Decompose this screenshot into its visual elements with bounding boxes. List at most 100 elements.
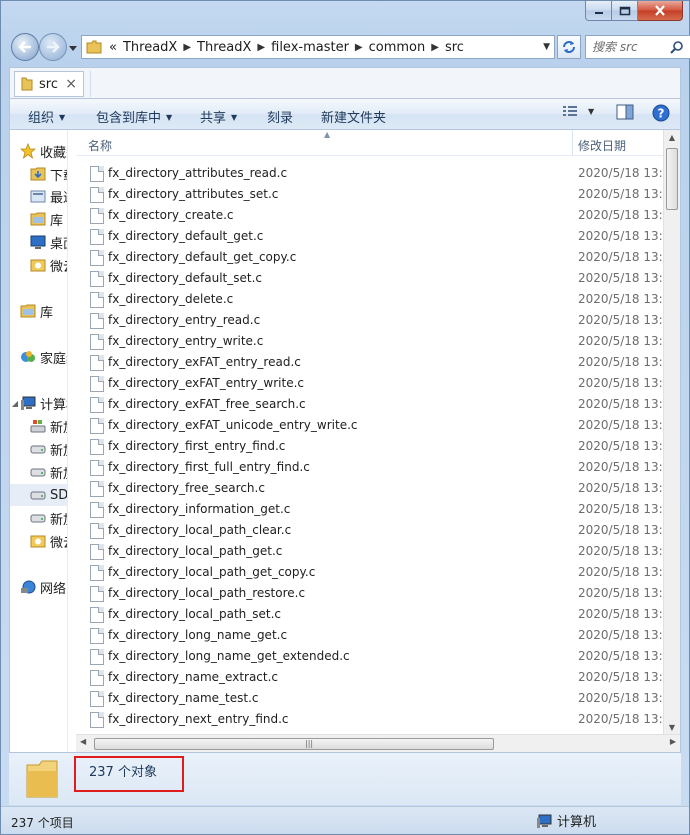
file-row[interactable]: fx_directory_local_path_get_copy.c 2020/5…	[76, 562, 664, 583]
address-history-dropdown[interactable]: ▼	[543, 42, 550, 52]
sidebar-item-libraries[interactable]: 库	[10, 300, 67, 322]
file-row[interactable]: fx_directory_exFAT_entry_read.c 2020/5/18…	[76, 352, 664, 373]
tab-close-icon[interactable]: ×	[65, 76, 77, 92]
back-button[interactable]	[11, 33, 39, 61]
refresh-button[interactable]	[557, 35, 581, 59]
address-overflow[interactable]: «	[106, 40, 120, 55]
file-row[interactable]: fx_directory_entry_read.c 2020/5/18 13:0	[76, 310, 664, 331]
breadcrumb-separator[interactable]: ▶	[254, 42, 268, 53]
file-list: ▲ 名称 修改日期 fx_directory_attributes_read.c…	[76, 130, 680, 736]
help-button[interactable]: ?	[652, 104, 670, 122]
organize-button[interactable]: 组织 ▼	[28, 107, 65, 126]
breadcrumb-separator[interactable]: ▶	[352, 42, 366, 53]
status-location-label: 计算机	[557, 815, 597, 830]
expand-arrow-icon[interactable]: ◢	[10, 399, 20, 408]
column-header-name[interactable]: 名称	[88, 137, 112, 154]
sidebar-item-desktop[interactable]: 桌面	[10, 231, 67, 253]
file-row[interactable]: fx_directory_first_entry_find.c 2020/5/18…	[76, 436, 664, 457]
file-row[interactable]: fx_directory_delete.c 2020/5/18 13:0	[76, 289, 664, 310]
c-file-icon	[90, 691, 104, 707]
c-file-icon	[90, 565, 104, 581]
breadcrumb-item[interactable]: filex-master	[268, 40, 352, 55]
sidebar-item-computer[interactable]: ◢ 计算机	[10, 392, 67, 414]
file-row[interactable]: fx_directory_exFAT_free_search.c 2020/5/1…	[76, 394, 664, 415]
recent-pages-dropdown[interactable]	[69, 41, 77, 55]
scroll-right-icon[interactable]: ▶	[670, 737, 676, 746]
view-list-icon	[563, 106, 577, 116]
include-in-library-label: 包含到库中	[96, 111, 162, 126]
new-folder-button[interactable]: 新建文件夹	[321, 107, 386, 126]
new-tab-button[interactable]	[90, 71, 106, 97]
horizontal-scrollbar[interactable]: ◀ ||| ▶	[76, 734, 680, 752]
share-button[interactable]: 共享 ▼	[200, 107, 237, 126]
file-row[interactable]: fx_directory_free_search.c 2020/5/18 13:0	[76, 478, 664, 499]
navigation-pane: 收藏夹 下载 最近访问的位置 库 桌面	[10, 130, 68, 752]
file-name: fx_directory_local_path_clear.c	[108, 523, 292, 537]
minimize-button[interactable]	[585, 1, 612, 21]
scrollbar-thumb[interactable]	[666, 148, 678, 210]
breadcrumb-item[interactable]: src	[442, 40, 467, 55]
sidebar-item-drive[interactable]: 新加卷	[10, 461, 67, 483]
star-icon	[20, 143, 36, 159]
maximize-button[interactable]	[612, 1, 638, 21]
burn-button[interactable]: 刻录	[267, 107, 293, 126]
sidebar-item-drive[interactable]: 新加卷	[10, 438, 67, 460]
sidebar-item-favorites[interactable]: 收藏夹	[10, 140, 67, 162]
column-header-date[interactable]: 修改日期	[578, 137, 626, 154]
file-row[interactable]: fx_directory_attributes_set.c 2020/5/18 1…	[76, 184, 664, 205]
file-row[interactable]: fx_directory_name_test.c 2020/5/18 13:0	[76, 688, 664, 709]
scroll-up-icon[interactable]: ▲	[664, 130, 680, 146]
address-bar[interactable]: « ThreadX ▶ ThreadX ▶ filex-master ▶ com…	[81, 35, 555, 59]
file-row[interactable]: fx_directory_first_full_entry_find.c 2020…	[76, 457, 664, 478]
vertical-scrollbar[interactable]: ▲ ▼	[663, 130, 680, 736]
scroll-left-icon[interactable]: ◀	[80, 737, 86, 746]
scrollbar-thumb[interactable]: |||	[94, 738, 494, 750]
search-icon[interactable]	[670, 40, 684, 54]
file-row[interactable]: fx_directory_information_get.c 2020/5/18 …	[76, 499, 664, 520]
search-input[interactable]	[586, 40, 670, 54]
file-row[interactable]: fx_directory_local_path_get.c 2020/5/18 1…	[76, 541, 664, 562]
file-row[interactable]: fx_directory_local_path_set.c 2020/5/18 1…	[76, 604, 664, 625]
file-row[interactable]: fx_directory_local_path_restore.c 2020/5/…	[76, 583, 664, 604]
breadcrumb-separator[interactable]: ▶	[180, 42, 194, 53]
computer-icon	[537, 814, 552, 828]
file-row[interactable]: fx_directory_long_name_get_extended.c 202…	[76, 646, 664, 667]
include-in-library-button[interactable]: 包含到库中 ▼	[96, 107, 172, 126]
breadcrumb-separator[interactable]: ▶	[428, 42, 442, 53]
file-row[interactable]: fx_directory_default_get.c 2020/5/18 13:0	[76, 226, 664, 247]
file-row[interactable]: fx_directory_create.c 2020/5/18 13:0	[76, 205, 664, 226]
sidebar-item-homegroup[interactable]: 家庭组	[10, 346, 67, 368]
sidebar-item-recent[interactable]: 最近访问的位置	[10, 185, 67, 207]
file-row[interactable]: fx_directory_next_entry_find.c 2020/5/18 …	[76, 709, 664, 730]
breadcrumb-item[interactable]: ThreadX	[194, 40, 254, 55]
breadcrumb-item[interactable]: ThreadX	[120, 40, 180, 55]
sidebar-item-drive[interactable]: 新加卷	[10, 507, 67, 529]
file-row[interactable]: fx_directory_local_path_clear.c 2020/5/18…	[76, 520, 664, 541]
file-row[interactable]: fx_directory_default_set.c 2020/5/18 13:0	[76, 268, 664, 289]
file-row[interactable]: fx_directory_entry_write.c 2020/5/18 13:0	[76, 331, 664, 352]
sidebar-item-weiyun[interactable]: 微云	[10, 254, 67, 276]
sidebar-item-weiyun[interactable]: 微云	[10, 530, 67, 552]
file-row[interactable]: fx_directory_name_extract.c 2020/5/18 13:…	[76, 667, 664, 688]
file-row[interactable]: fx_directory_long_name_get.c 2020/5/18 13…	[76, 625, 664, 646]
sidebar-item-downloads[interactable]: 下载	[10, 163, 67, 185]
sidebar-item-network[interactable]: 网络	[10, 576, 67, 598]
sidebar-item-drive[interactable]: 新加卷	[10, 415, 67, 437]
file-row[interactable]: fx_directory_exFAT_entry_write.c 2020/5/1…	[76, 373, 664, 394]
file-row[interactable]: fx_directory_attributes_read.c 2020/5/18 …	[76, 163, 664, 184]
close-button[interactable]	[638, 1, 683, 21]
file-row[interactable]: fx_directory_exFAT_unicode_entry_write.c…	[76, 415, 664, 436]
sidebar-item-library[interactable]: 库	[10, 208, 67, 230]
preview-pane-button[interactable]	[616, 104, 634, 120]
file-name: fx_directory_first_entry_find.c	[108, 439, 286, 453]
sidebar-item-sd[interactable]: SD	[10, 484, 67, 506]
view-options-button[interactable]: ▼	[562, 104, 594, 118]
downloads-folder-icon	[30, 167, 46, 181]
file-row[interactable]: fx_directory_default_get_copy.c 2020/5/18…	[76, 247, 664, 268]
column-divider[interactable]	[572, 130, 573, 156]
tab-src[interactable]: src ×	[14, 71, 84, 97]
breadcrumb-item[interactable]: common	[366, 40, 429, 55]
forward-button[interactable]	[39, 33, 67, 61]
homegroup-icon	[21, 351, 35, 362]
tab-label: src	[39, 76, 58, 92]
